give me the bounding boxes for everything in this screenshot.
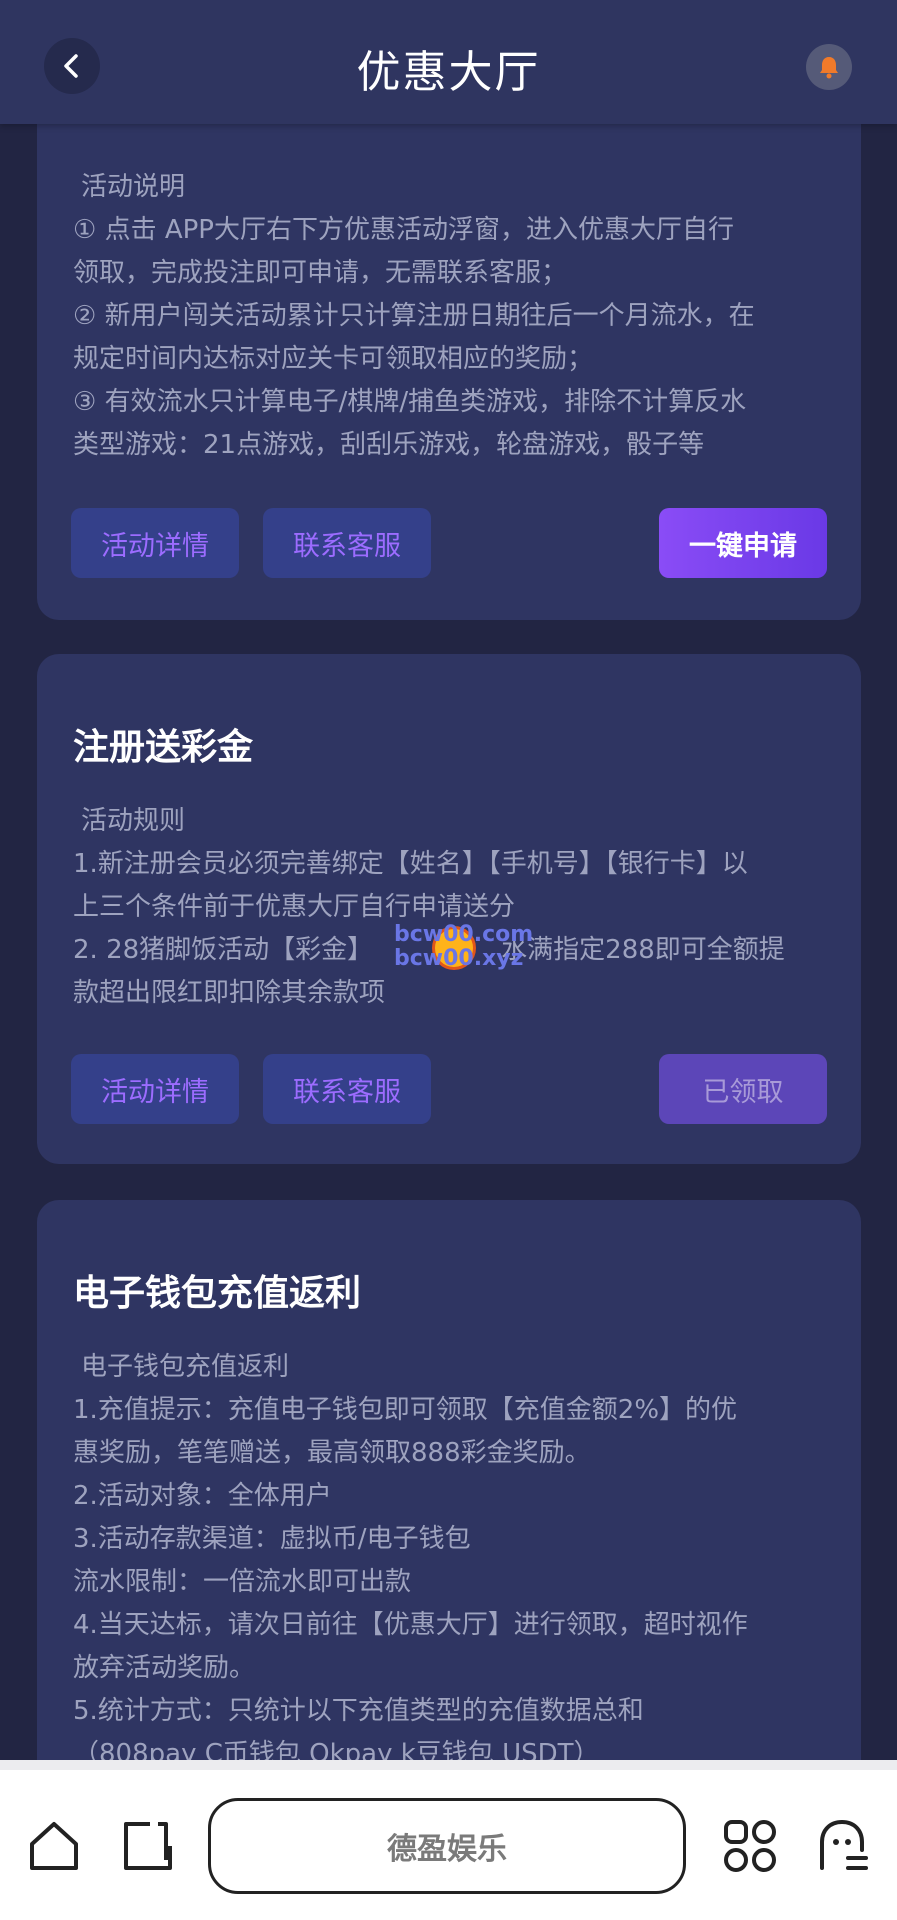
bell-icon (820, 57, 838, 79)
apps-grid-icon[interactable] (720, 1816, 780, 1876)
one-click-apply-button[interactable]: 一键申请 (659, 508, 827, 578)
notification-button[interactable] (806, 44, 852, 90)
section-label: 活动说明 (81, 172, 186, 202)
desc-line: 放弃活动奖励。 (73, 1653, 256, 1683)
tabs-icon[interactable] (118, 1816, 178, 1876)
desc-line-head: 2. 28猪脚饭活动【彩金】 (73, 935, 374, 965)
desc-line: 1.新注册会员必须完善绑定【姓名】【手机号】【银行卡】以 (73, 849, 748, 879)
card-title: 注册送彩金 (73, 727, 254, 768)
activity-detail-button[interactable]: 活动详情 (71, 1054, 239, 1124)
desc-line-tail: 水满指定288即可全额提 (501, 935, 785, 965)
watermark-line1: bcw00.com (394, 922, 534, 947)
desc-line: 惠奖励，笔笔赠送，最高领取888彩金奖励。 (73, 1438, 591, 1468)
desc-line: 1.充值提示：充值电子钱包即可领取【充值金额2%】的优 (73, 1395, 738, 1425)
activity-detail-button[interactable]: 活动详情 (71, 508, 239, 578)
claimed-button[interactable]: 已领取 (659, 1054, 827, 1124)
page-title: 优惠大厅 (356, 47, 541, 98)
desc-line: 3.活动存款渠道：虚拟币/电子钱包 (73, 1524, 471, 1554)
contact-service-button[interactable]: 联系客服 (263, 1054, 431, 1124)
watermark: bcw00.com bcw00.xyz (394, 920, 534, 980)
top-header: 优惠大厅 (0, 0, 897, 124)
assistant-icon[interactable] (812, 1816, 872, 1876)
desc-line: 规定时间内达标对应关卡可领取相应的奖励； (73, 344, 594, 374)
watermark-line2: bcw00.xyz (394, 946, 524, 971)
desc-line: 类型游戏：21点游戏，刮刮乐游戏，轮盘游戏，骰子等 (73, 430, 705, 460)
promo-card-newuser: 活动说明 ① 点击 APP大厅右下方优惠活动浮窗，进入优惠大厅自行 领取，完成投… (37, 70, 861, 620)
address-bar[interactable]: 德盈娱乐 (208, 1798, 686, 1894)
desc-line: 2.活动对象：全体用户 (73, 1481, 332, 1511)
card-description: 电子钱包充值返利 1.充值提示：充值电子钱包即可领取【充值金额2%】的优 惠奖励… (73, 1346, 831, 1776)
desc-line: ③ 有效流水只计算电子/棋牌/捕鱼类游戏，排除不计算反水 (73, 387, 747, 417)
section-label: 活动规则 (81, 806, 186, 836)
desc-line: 5.统计方式：只统计以下充值类型的充值数据总和 (73, 1696, 644, 1726)
promo-card-ewallet-rebate: 电子钱包充值返利 电子钱包充值返利 1.充值提示：充值电子钱包即可领取【充值金额… (37, 1200, 861, 1800)
bar-divider (0, 1760, 897, 1770)
desc-line: 4.当天达标，请次日前往【优惠大厅】进行领取，超时视作 (73, 1610, 748, 1640)
desc-line: ② 新用户闯关活动累计只计算注册日期往后一个月流水，在 (73, 301, 755, 331)
browser-bottom-bar: 德盈娱乐 (0, 1760, 897, 1920)
desc-line: 流水限制：一倍流水即可出款 (73, 1567, 412, 1597)
desc-line: ① 点击 APP大厅右下方优惠活动浮窗，进入优惠大厅自行 (73, 215, 734, 245)
card-title: 电子钱包充值返利 (73, 1273, 362, 1314)
card-description: 活动说明 ① 点击 APP大厅右下方优惠活动浮窗，进入优惠大厅自行 领取，完成投… (73, 166, 831, 467)
desc-line: 领取，完成投注即可申请，无需联系客服； (73, 258, 568, 288)
card-description: 活动规则 1.新注册会员必须完善绑定【姓名】【手机号】【银行卡】以 上三个条件前… (73, 800, 831, 1015)
section-label: 电子钱包充值返利 (81, 1352, 290, 1382)
home-icon[interactable] (24, 1816, 84, 1876)
promo-card-register-bonus: 注册送彩金 活动规则 1.新注册会员必须完善绑定【姓名】【手机号】【银行卡】以 … (37, 654, 861, 1164)
contact-service-button[interactable]: 联系客服 (263, 508, 431, 578)
